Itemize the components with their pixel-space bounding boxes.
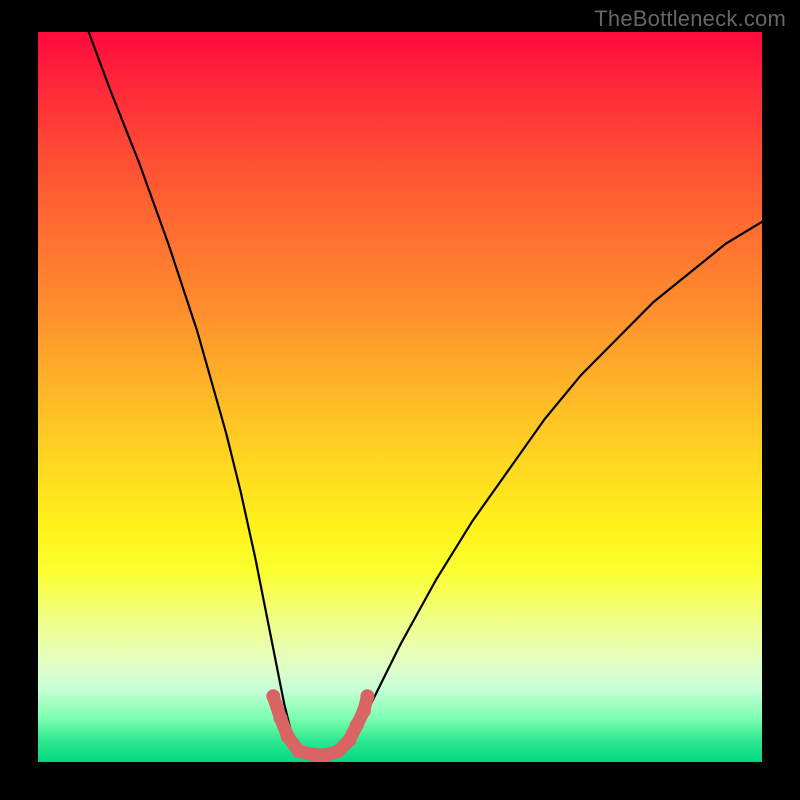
balance-trough-dot [331,744,345,758]
bottleneck-curve [89,32,762,755]
balance-trough-dot [292,744,306,758]
balance-trough-dot [266,689,280,703]
balance-trough-dot [281,729,295,743]
chart-plot-area [38,32,762,762]
balance-trough-dot [306,748,320,762]
chart-svg [38,32,762,762]
balance-trough-dot [350,719,364,733]
balance-trough-dot [274,711,288,725]
watermark-text: TheBottleneck.com [594,6,786,32]
balance-trough-dot [360,689,374,703]
balance-trough-dot [342,733,356,747]
balance-trough-dot [357,704,371,718]
